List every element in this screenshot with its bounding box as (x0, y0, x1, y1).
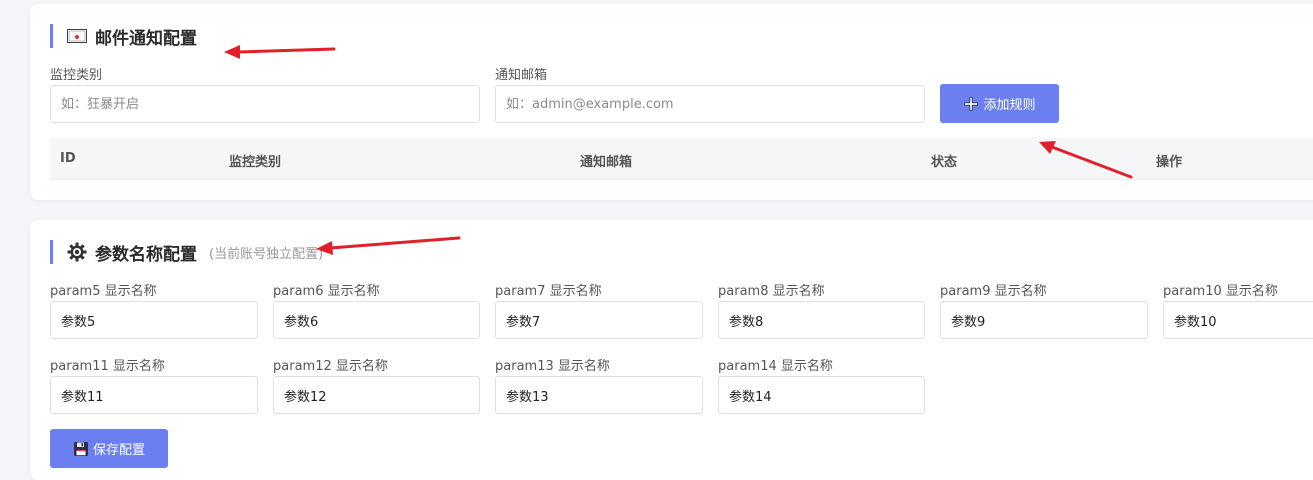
rules-table-header: ID 监控类别 通知邮箱 状态 操作 (50, 138, 1313, 180)
param13-label: param13 显示名称 (495, 359, 610, 374)
email-label: 通知邮箱 (495, 68, 548, 83)
col-category: 监控类别 (229, 155, 282, 170)
param12-label: param12 显示名称 (273, 359, 388, 374)
param8-input[interactable] (718, 301, 925, 339)
param11-input[interactable] (50, 376, 258, 414)
param8-label: param8 显示名称 (718, 284, 825, 299)
param10-input[interactable] (1163, 301, 1313, 339)
add-rule-label: 添加规则 (983, 98, 1036, 113)
col-id: ID (60, 151, 76, 166)
param6-input[interactable] (273, 301, 480, 339)
param7-input[interactable] (495, 301, 703, 339)
param7-label: param7 显示名称 (495, 284, 602, 299)
mail-section-header: 邮件通知配置 (50, 24, 197, 49)
param5-label: param5 显示名称 (50, 284, 157, 299)
save-config-label: 保存配置 (92, 443, 145, 458)
param9-input[interactable] (940, 301, 1148, 339)
param14-input[interactable] (718, 376, 925, 414)
floppy-disk-icon (73, 441, 89, 457)
param11-label: param11 显示名称 (50, 359, 165, 374)
add-rule-button[interactable]: 添加规则 (940, 84, 1059, 123)
param6-label: param6 显示名称 (273, 284, 380, 299)
param-section-header: 参数名称配置 (当前账号独立配置) (50, 240, 324, 265)
param-section-title: 参数名称配置 (95, 244, 197, 265)
save-config-button[interactable]: 保存配置 (50, 429, 168, 468)
param9-label: param9 显示名称 (940, 284, 1047, 299)
email-input[interactable] (495, 85, 925, 123)
col-status: 状态 (931, 155, 958, 170)
col-actions: 操作 (1156, 155, 1183, 170)
param12-input[interactable] (273, 376, 480, 414)
param-section-subtitle: (当前账号独立配置) (209, 246, 324, 262)
param5-input[interactable] (50, 301, 258, 339)
mail-section-title: 邮件通知配置 (95, 28, 197, 49)
envelope-icon (67, 29, 87, 43)
gear-icon (67, 242, 87, 262)
param14-label: param14 显示名称 (718, 359, 833, 374)
col-email: 通知邮箱 (580, 155, 633, 170)
param-config-card: 参数名称配置 (当前账号独立配置) param5 显示名称 param6 显示名… (30, 220, 1313, 480)
param10-label: param10 显示名称 (1163, 284, 1278, 299)
category-label: 监控类别 (50, 68, 103, 83)
param13-input[interactable] (495, 376, 703, 414)
mail-config-card: 邮件通知配置 监控类别 通知邮箱 添加规则 ID 监控类别 通知邮箱 状态 操作 (30, 4, 1313, 200)
category-input[interactable] (50, 85, 480, 123)
plus-icon (963, 96, 979, 112)
